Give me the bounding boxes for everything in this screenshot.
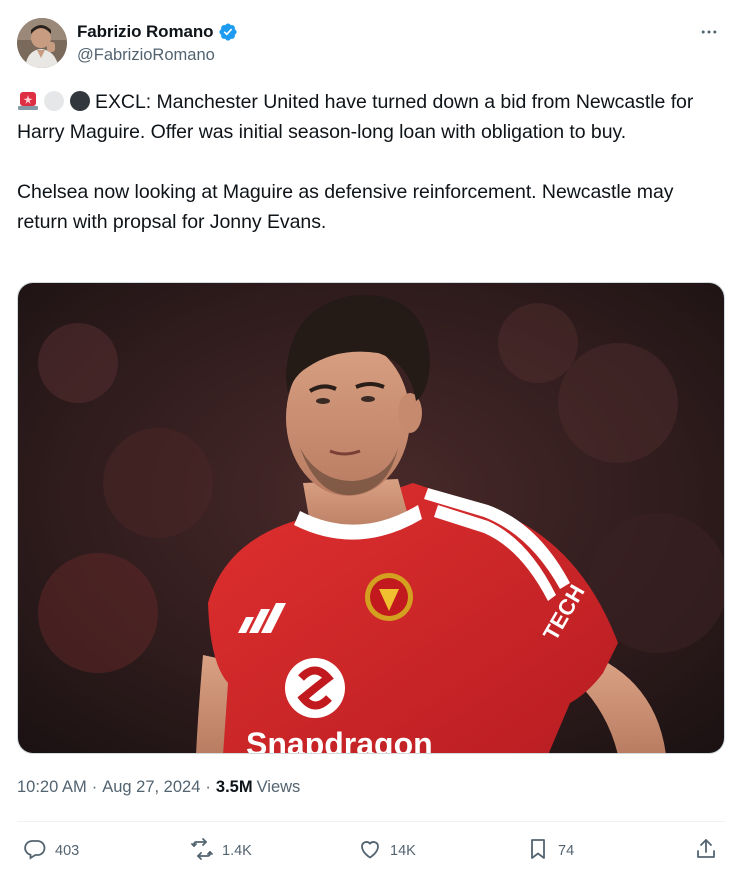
reply-count: 403: [55, 843, 80, 859]
tweet-text: EXCL: Manchester United have turned down…: [17, 87, 723, 237]
more-options-icon[interactable]: [697, 20, 721, 44]
name-block: Fabrizio Romano @FabrizioRomano: [77, 21, 238, 65]
views-count[interactable]: 3.5M: [216, 778, 253, 797]
like-count: 14K: [390, 843, 416, 859]
tweet-date[interactable]: Aug 27, 2024: [102, 778, 200, 797]
tweet: Fabrizio Romano @FabrizioRomano EXCL: Ma…: [0, 0, 740, 875]
display-name[interactable]: Fabrizio Romano: [77, 22, 214, 42]
views-label: Views: [256, 777, 301, 796]
repost-button[interactable]: 1.4K: [190, 836, 252, 866]
tweet-photo[interactable]: Snapdragon TECH: [17, 282, 725, 754]
bookmark-button[interactable]: 74: [526, 836, 574, 866]
share-icon: [694, 837, 718, 866]
sponsor-text: Snapdragon: [246, 726, 433, 754]
meta-separator: ·: [91, 777, 98, 796]
meta-separator: ·: [205, 777, 211, 796]
black-circle-emoji: [69, 90, 91, 112]
repost-icon: [190, 837, 214, 866]
tweet-paragraph-1-text: EXCL: Manchester United have turned down…: [17, 91, 694, 143]
tweet-time[interactable]: 10:20 AM: [17, 778, 87, 797]
bookmark-icon: [526, 837, 550, 866]
police-light-emoji: [17, 90, 39, 112]
avatar[interactable]: [17, 18, 67, 68]
like-button[interactable]: 14K: [358, 836, 416, 866]
tweet-paragraph-1: EXCL: Manchester United have turned down…: [17, 87, 723, 147]
action-bar: 403 1.4K 14K 74: [17, 836, 725, 866]
bookmark-count: 74: [558, 843, 575, 859]
handle[interactable]: @FabrizioRomano: [77, 46, 238, 65]
divider: [17, 821, 725, 822]
heart-icon: [358, 837, 382, 866]
tweet-paragraph-2: Chelsea now looking at Maguire as defens…: [17, 181, 674, 233]
white-circle-emoji: [43, 90, 65, 112]
tweet-header: Fabrizio Romano @FabrizioRomano: [17, 18, 723, 70]
repost-count: 1.4K: [222, 843, 252, 859]
verified-badge-icon[interactable]: [218, 22, 238, 42]
reply-icon: [23, 837, 47, 866]
share-button[interactable]: [694, 836, 718, 866]
tweet-meta: 10:20 AM · Aug 27, 2024 · 3.5M Views: [17, 776, 300, 798]
reply-button[interactable]: 403: [23, 836, 79, 866]
